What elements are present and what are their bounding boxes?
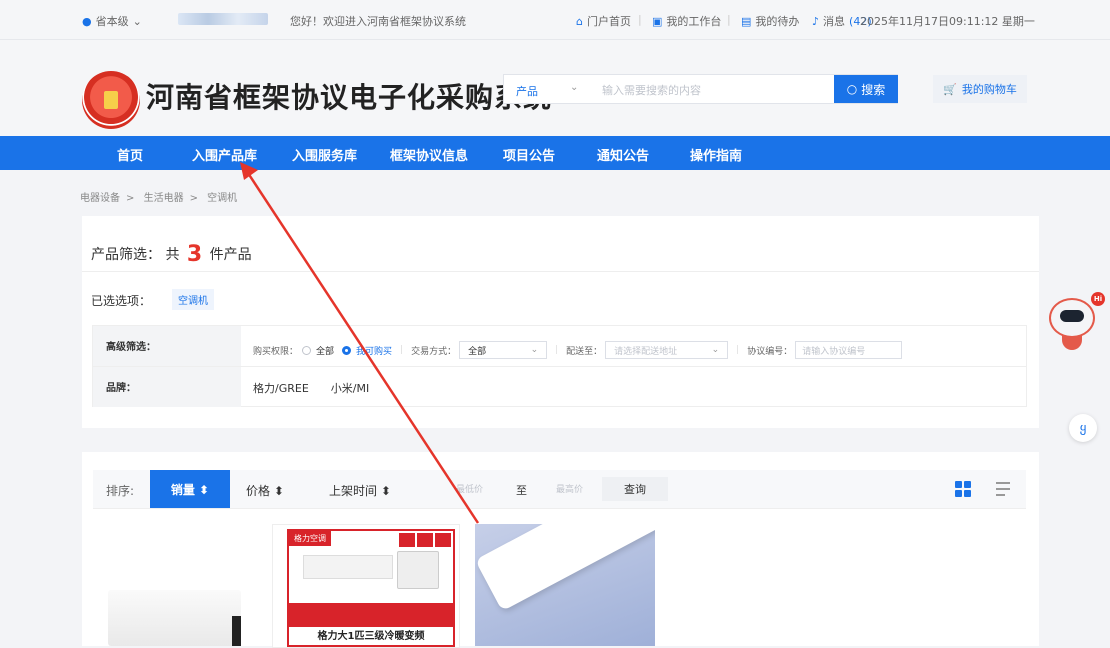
annotation-arrow (240, 162, 480, 524)
